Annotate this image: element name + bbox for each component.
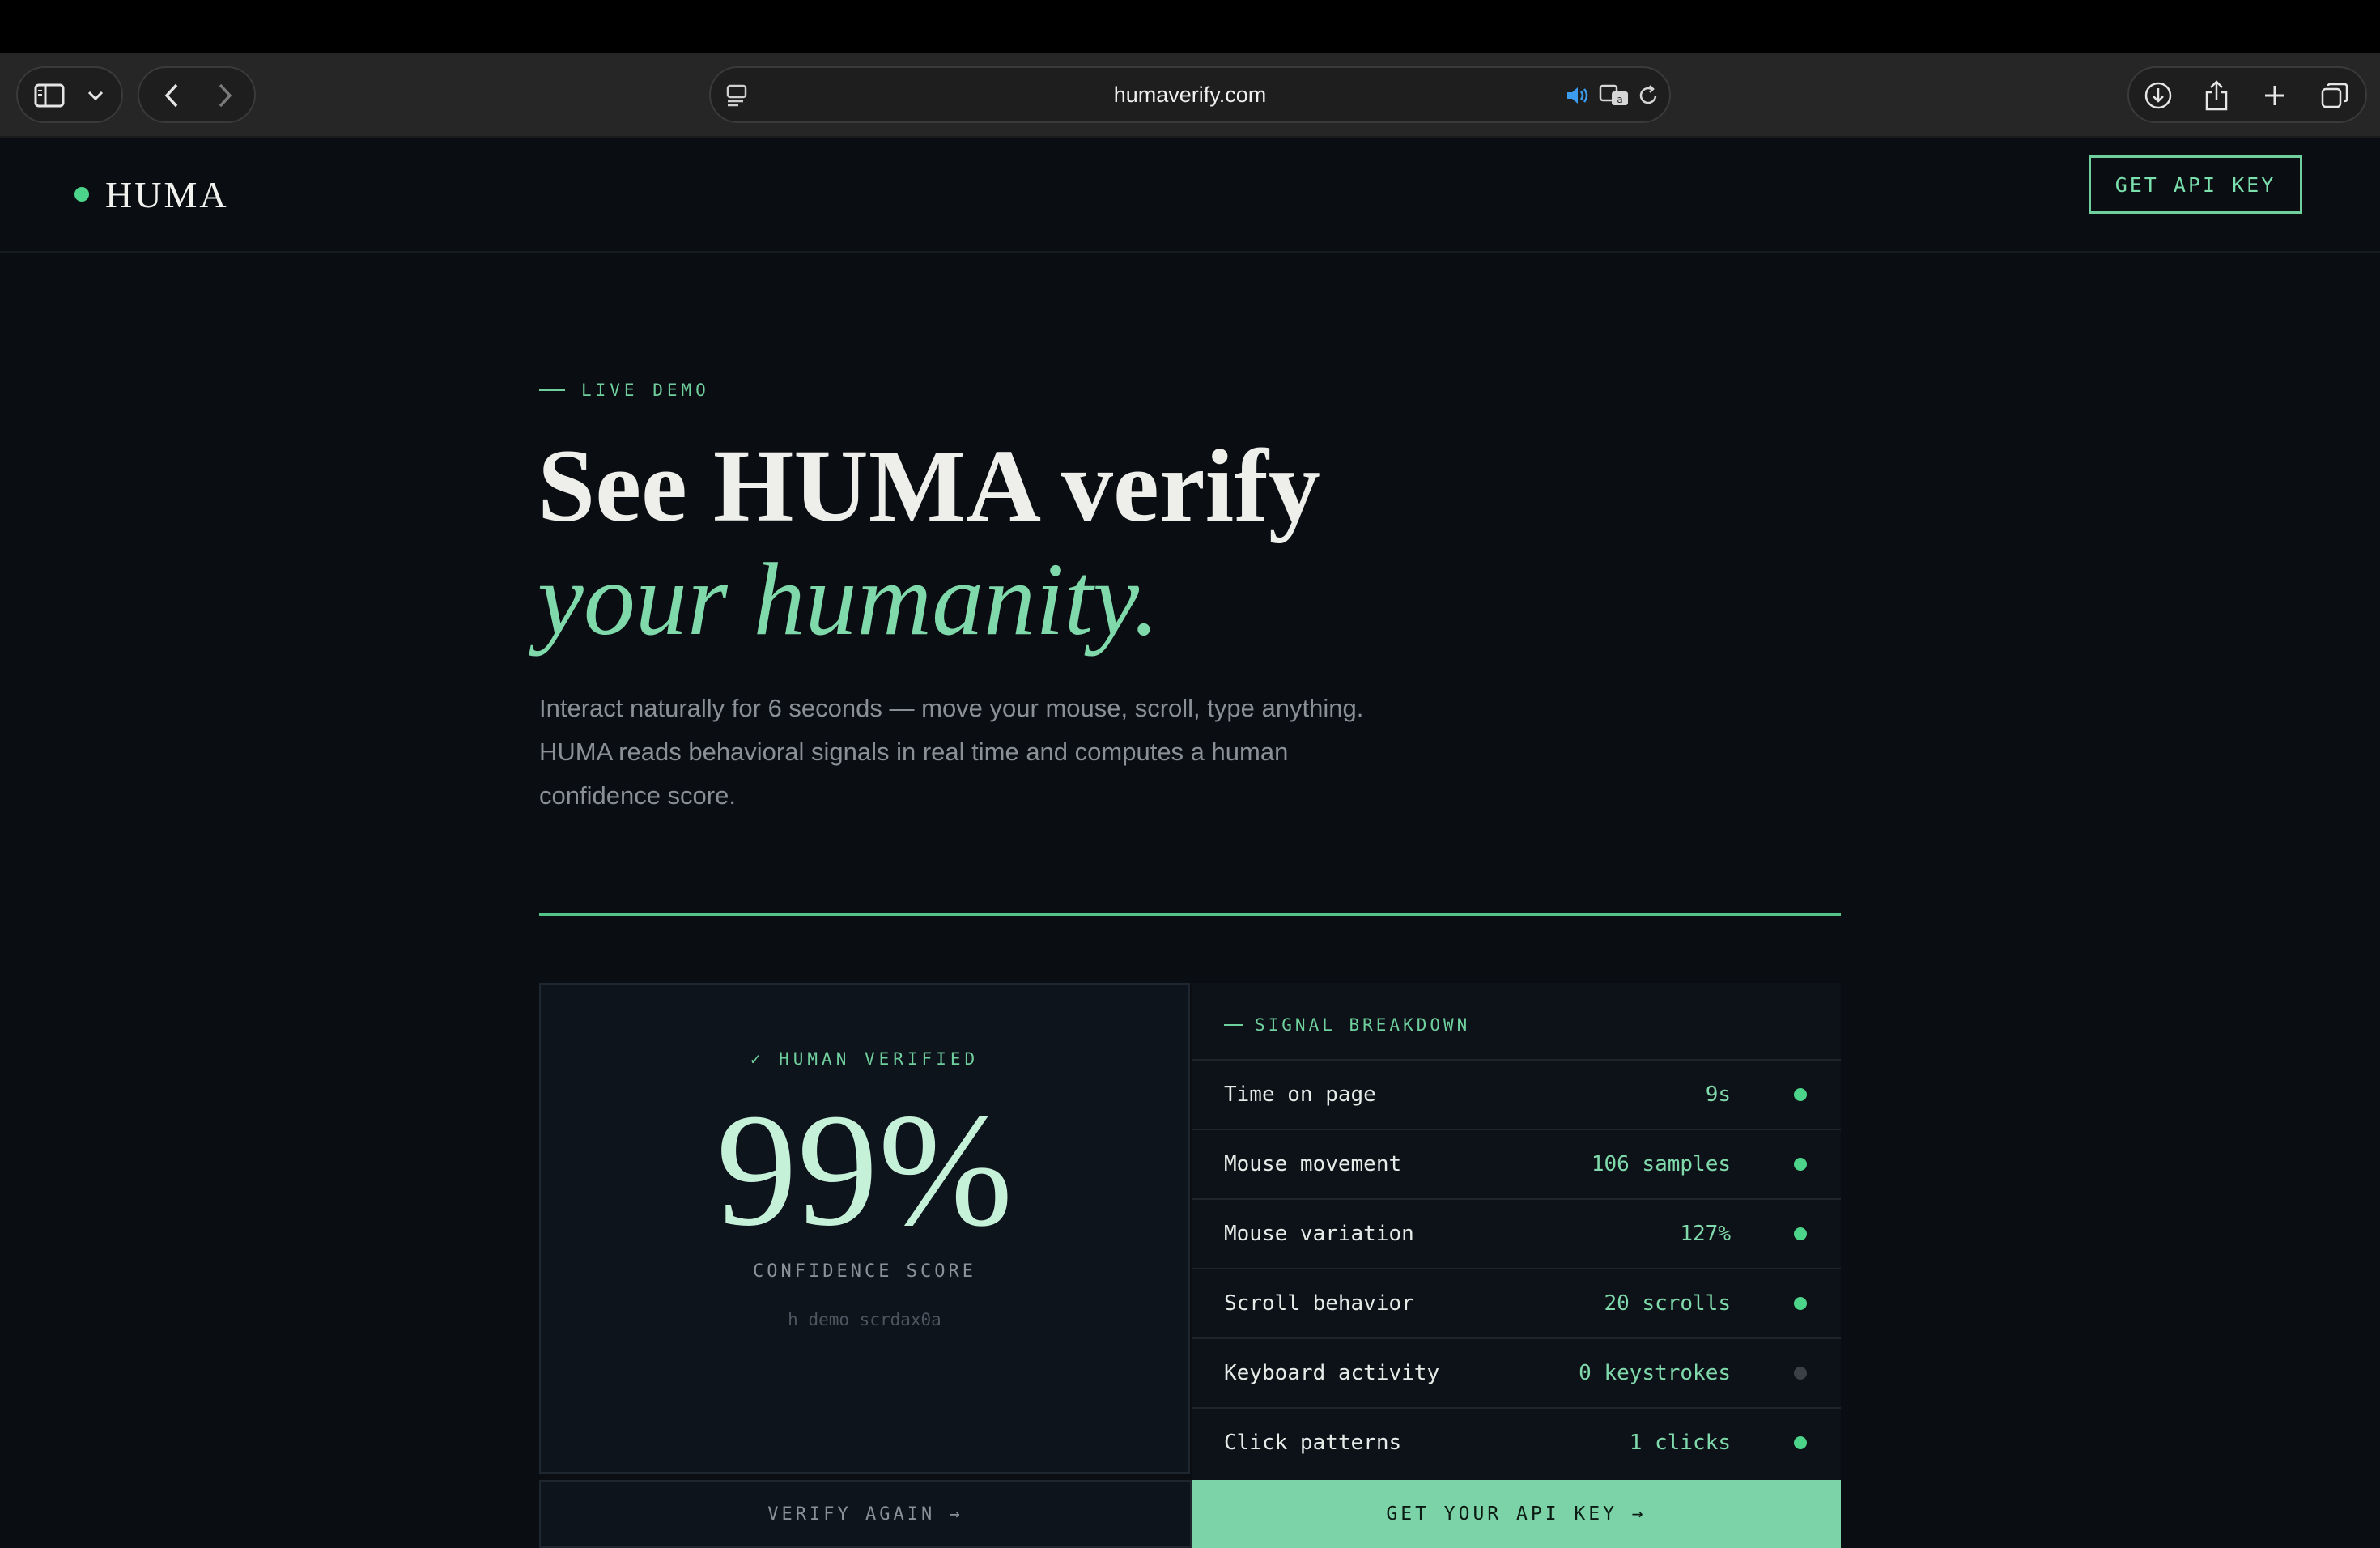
svg-text:a: a bbox=[1617, 94, 1622, 105]
progress-divider bbox=[539, 913, 1841, 916]
signal-label: Scroll behavior bbox=[1224, 1291, 1414, 1316]
brand-dot-icon bbox=[74, 187, 89, 202]
signal-row-mouse-movement: Mouse movement 106 samples bbox=[1192, 1129, 1841, 1198]
eyebrow-label: LIVE DEMO bbox=[581, 381, 710, 400]
signal-label: Mouse movement bbox=[1224, 1152, 1402, 1176]
signal-breakdown-title: SIGNAL BREAKDOWN bbox=[1224, 1015, 1470, 1035]
signals-dash bbox=[1224, 1024, 1243, 1026]
signal-value: 9s bbox=[1705, 1082, 1731, 1107]
browser-actions-group bbox=[2127, 66, 2367, 123]
signal-label: Click patterns bbox=[1224, 1431, 1402, 1455]
new-tab-icon[interactable] bbox=[2259, 79, 2291, 112]
signal-label: Time on page bbox=[1224, 1082, 1376, 1107]
confidence-score-value: 99% bbox=[716, 1081, 1014, 1260]
share-icon[interactable] bbox=[2200, 78, 2233, 113]
signal-label: Mouse variation bbox=[1224, 1222, 1414, 1246]
status-dot-icon bbox=[1794, 1158, 1807, 1171]
brand-name: HUMA bbox=[105, 173, 229, 215]
status-dot-icon bbox=[1794, 1227, 1807, 1240]
signal-value: 106 samples bbox=[1591, 1152, 1731, 1176]
forward-icon[interactable] bbox=[210, 81, 240, 110]
signal-label: Keyboard activity bbox=[1224, 1361, 1440, 1385]
session-id: h_demo_scrdax0a bbox=[788, 1310, 941, 1329]
back-icon[interactable] bbox=[157, 81, 186, 110]
verification-status: ✓ HUMAN VERIFIED bbox=[750, 1049, 980, 1069]
signal-row-scroll-behavior: Scroll behavior 20 scrolls bbox=[1192, 1268, 1841, 1337]
url-text: humaverify.com bbox=[1113, 82, 1267, 107]
confidence-score-label: CONFIDENCE SCORE bbox=[753, 1261, 976, 1282]
get-your-api-key-button[interactable]: GET YOUR API KEY → bbox=[1192, 1480, 1841, 1548]
signals-title-label: SIGNAL BREAKDOWN bbox=[1255, 1015, 1471, 1035]
tabs-overview-icon[interactable] bbox=[2317, 79, 2352, 112]
sidebar-icon[interactable] bbox=[32, 79, 66, 112]
download-icon[interactable] bbox=[2142, 79, 2174, 112]
status-dot-icon bbox=[1794, 1297, 1807, 1310]
signal-value: 0 keystrokes bbox=[1579, 1361, 1731, 1385]
signal-breakdown-panel: SIGNAL BREAKDOWN Time on page 9s Mouse m… bbox=[1192, 983, 1841, 1480]
status-dot-icon bbox=[1794, 1367, 1807, 1380]
chevron-down-icon[interactable] bbox=[83, 83, 108, 108]
verify-again-button[interactable]: VERIFY AGAIN → bbox=[539, 1480, 1192, 1548]
get-api-key-button[interactable]: GET API KEY bbox=[2089, 155, 2302, 214]
history-nav-group bbox=[138, 66, 256, 123]
browser-toolbar: humaverify.com a bbox=[0, 53, 2380, 138]
eyebrow-dash bbox=[539, 389, 565, 391]
hero-description: Interact naturally for 6 seconds — move … bbox=[539, 694, 1364, 810]
signal-row-time-on-page: Time on page 9s bbox=[1192, 1059, 1841, 1129]
reload-icon[interactable] bbox=[1634, 81, 1663, 110]
system-menubar bbox=[0, 0, 2380, 53]
status-dot-icon bbox=[1794, 1088, 1807, 1101]
brand-logo[interactable]: HUMA bbox=[74, 162, 229, 227]
headline-accent: your humanity. bbox=[538, 542, 1159, 657]
signal-row-mouse-variation: Mouse variation 127% bbox=[1192, 1198, 1841, 1268]
signal-value: 20 scrolls bbox=[1604, 1291, 1731, 1316]
address-bar[interactable]: humaverify.com a bbox=[709, 66, 1671, 123]
site-header: HUMA GET API KEY bbox=[0, 138, 2380, 253]
signal-value: 127% bbox=[1680, 1222, 1731, 1246]
live-demo-eyebrow: LIVE DEMO bbox=[539, 381, 710, 400]
confidence-score-card: ✓ HUMAN VERIFIED 99% CONFIDENCE SCORE h_… bbox=[539, 983, 1190, 1474]
signal-row-click-patterns: Click patterns 1 clicks bbox=[1192, 1407, 1841, 1477]
speaker-icon[interactable] bbox=[1564, 83, 1592, 108]
signal-row-keyboard-activity: Keyboard activity 0 keystrokes bbox=[1192, 1337, 1841, 1407]
sidebar-toggle-group bbox=[16, 66, 123, 123]
signal-value: 1 clicks bbox=[1629, 1431, 1731, 1455]
status-dot-icon bbox=[1794, 1436, 1807, 1449]
translate-icon[interactable]: a bbox=[1598, 81, 1630, 110]
headline: See HUMA verify bbox=[538, 428, 1320, 543]
